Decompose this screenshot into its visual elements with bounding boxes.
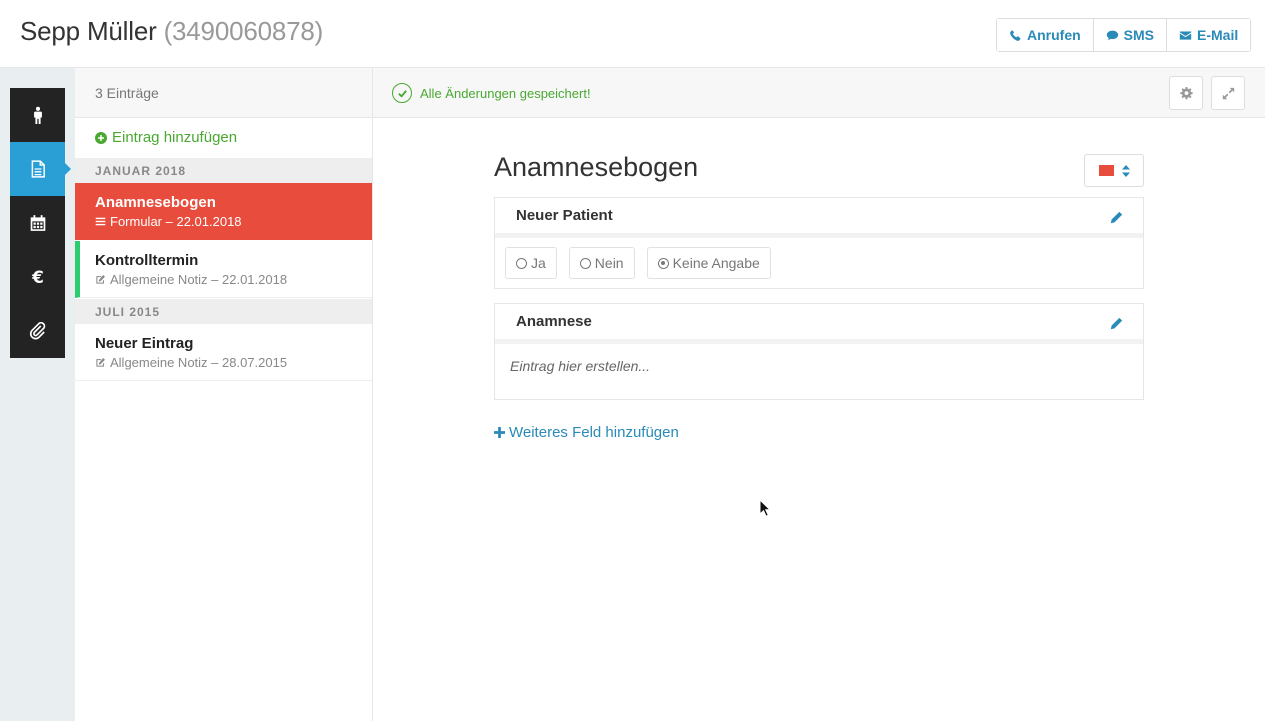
list-icon	[95, 217, 106, 226]
radio-icon	[516, 257, 527, 269]
pencil-icon	[1110, 317, 1123, 330]
patient-phone: (3490060878)	[163, 16, 324, 46]
expand-icon	[1222, 87, 1234, 99]
option-label: Nein	[594, 255, 624, 271]
field-header: Neuer Patient	[495, 198, 1143, 238]
call-label: Anrufen	[1027, 27, 1081, 43]
email-button[interactable]: E-Mail	[1167, 19, 1251, 51]
entry-subtitle-row: Allgemeine Notiz – 22.01.2018	[95, 272, 372, 287]
mouse-cursor-icon	[759, 499, 771, 517]
sms-button[interactable]: SMS	[1093, 19, 1168, 51]
contact-button-group: Anrufen SMS E-Mail	[996, 18, 1252, 52]
entry-subtitle-row: Formular – 22.01.2018	[95, 214, 372, 229]
pencil-icon	[1110, 211, 1123, 224]
sort-arrows-icon	[1121, 164, 1130, 177]
entry-count: 3 Einträge	[75, 68, 372, 118]
paperclip-icon	[29, 322, 45, 340]
option-label: Keine Angabe	[672, 255, 760, 271]
add-field-link[interactable]: Weiteres Feld hinzufügen	[494, 424, 679, 441]
navigation-rail: €	[10, 88, 71, 358]
plus-icon	[494, 427, 505, 438]
rail-item-patient[interactable]	[10, 88, 65, 142]
entry-anamnesebogen[interactable]: Anamnesebogen Formular – 22.01.2018	[75, 183, 372, 240]
document-icon	[31, 160, 45, 178]
field-title: Anamnese	[516, 313, 592, 330]
save-status-text: Alle Änderungen gespeichert!	[420, 85, 591, 101]
add-field-label: Weiteres Feld hinzufügen	[509, 424, 679, 441]
field-title: Neuer Patient	[516, 207, 613, 224]
entry-neuer-eintrag[interactable]: Neuer Eintrag Allgemeine Notiz – 28.07.2…	[75, 324, 372, 381]
person-icon	[33, 106, 42, 124]
field-neuer-patient: Neuer Patient Ja Nein Keine Angabe	[494, 197, 1144, 289]
field-header: Anamnese	[495, 304, 1143, 344]
radio-options: Ja Nein Keine Angabe	[495, 238, 1143, 288]
entry-subtitle: Formular – 22.01.2018	[110, 214, 242, 229]
form-title: Anamnesebogen	[494, 152, 699, 182]
main-content: Alle Änderungen gespeichert! Anamnesebog…	[373, 68, 1265, 721]
check-circle-icon	[392, 83, 412, 103]
edit-note-icon	[96, 358, 105, 367]
entry-title: Neuer Eintrag	[95, 335, 194, 352]
sms-label: SMS	[1123, 27, 1155, 43]
envelope-icon	[1179, 30, 1192, 40]
call-button[interactable]: Anrufen	[997, 19, 1094, 51]
gear-icon	[1179, 86, 1193, 99]
option-keine-angabe[interactable]: Keine Angabe	[646, 247, 771, 279]
svg-text:€: €	[31, 268, 44, 286]
expand-button[interactable]	[1211, 76, 1245, 110]
plus-circle-icon	[95, 131, 107, 144]
radio-icon	[579, 257, 591, 269]
anamnese-textarea[interactable]: Eintrag hier erstellen...	[495, 344, 1143, 399]
entry-title: Anamnesebogen	[95, 194, 216, 211]
group-label-january-2018: JANUAR 2018	[75, 158, 372, 183]
patient-title: Sepp Müller (3490060878)	[20, 16, 323, 47]
option-nein[interactable]: Nein	[568, 247, 635, 279]
group-label-july-2015: JULI 2015	[75, 299, 372, 324]
rail-item-attachments[interactable]	[10, 304, 65, 358]
option-ja[interactable]: Ja	[505, 247, 557, 279]
speech-bubble-icon	[1106, 30, 1118, 40]
phone-icon	[1010, 29, 1021, 41]
add-entry-label: Eintrag hinzufügen	[112, 129, 238, 146]
edit-note-icon	[96, 275, 105, 284]
option-label: Ja	[531, 255, 546, 271]
entry-list-panel: 3 Einträge Eintrag hinzufügen JANUAR 201…	[75, 68, 373, 721]
email-label: E-Mail	[1197, 27, 1239, 43]
field-anamnese: Anamnese Eintrag hier erstellen...	[494, 303, 1144, 400]
color-swatch	[1098, 165, 1114, 176]
radio-checked-icon	[657, 257, 669, 269]
page-header: Sepp Müller (3490060878) Anrufen SMS E-M…	[0, 0, 1265, 68]
entry-subtitle-row: Allgemeine Notiz – 28.07.2015	[95, 355, 372, 370]
settings-button[interactable]	[1169, 76, 1203, 110]
entry-subtitle: Allgemeine Notiz – 22.01.2018	[110, 272, 288, 287]
rail-item-billing[interactable]: €	[10, 250, 65, 304]
rail-item-calendar[interactable]	[10, 196, 65, 250]
entry-kontrolltermin[interactable]: Kontrolltermin Allgemeine Notiz – 22.01.…	[75, 241, 372, 298]
edit-field-button[interactable]	[1110, 211, 1123, 228]
patient-name: Sepp Müller	[20, 16, 157, 46]
color-picker[interactable]	[1084, 154, 1144, 187]
rail-item-documents[interactable]	[10, 142, 71, 196]
entry-title: Kontrolltermin	[95, 252, 199, 269]
add-entry-link[interactable]: Eintrag hinzufügen	[95, 129, 237, 146]
save-status: Alle Änderungen gespeichert!	[392, 83, 591, 103]
euro-icon: €	[31, 268, 44, 286]
status-bar: Alle Änderungen gespeichert!	[373, 68, 1265, 118]
calendar-icon	[30, 215, 45, 231]
edit-field-button[interactable]	[1110, 317, 1123, 334]
entry-subtitle: Allgemeine Notiz – 28.07.2015	[110, 355, 288, 370]
